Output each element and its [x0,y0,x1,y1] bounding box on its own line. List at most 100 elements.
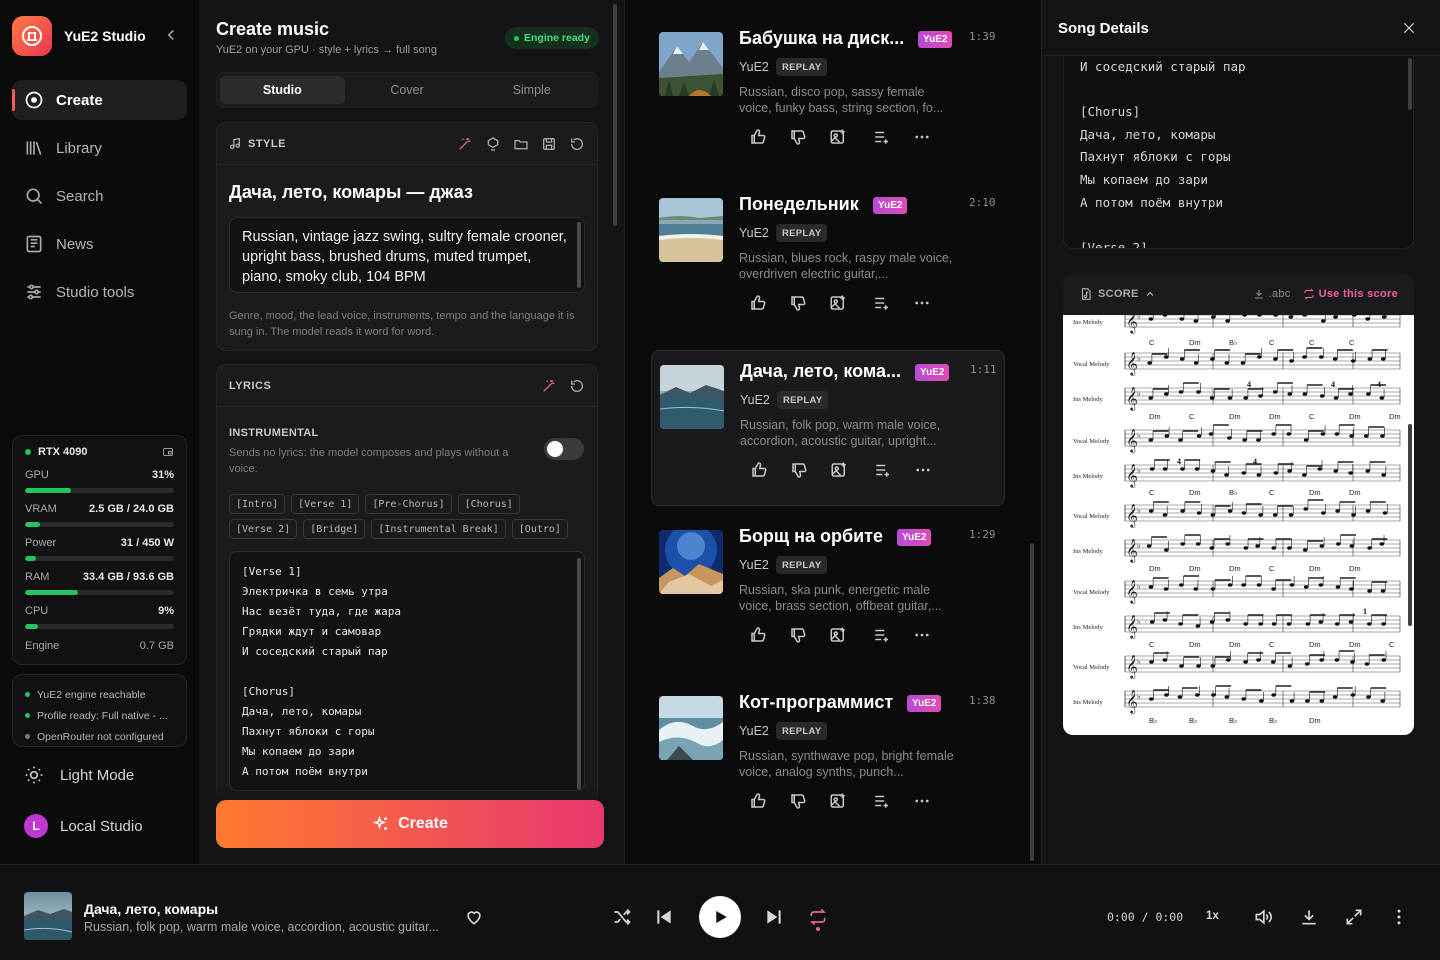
thumbs-down-icon[interactable] [789,792,807,810]
queue-add-icon[interactable] [873,294,891,312]
tab-simple[interactable]: Simple [469,76,594,104]
reset-icon[interactable] [569,136,585,152]
song-title-input[interactable]: Дача, лето, комары — джаз [229,182,585,203]
shuffle-icon[interactable] [612,907,632,927]
magic-wand-icon[interactable] [457,136,473,152]
section-tag[interactable]: [Chorus] [457,494,520,514]
nav-item-library[interactable]: Library [12,128,187,168]
section-tag[interactable]: [Intro] [229,494,286,514]
image-edit-icon[interactable] [830,461,848,479]
window-icon[interactable] [162,446,174,458]
song-cover[interactable] [660,365,724,429]
song-title[interactable]: Борщ на орбите [739,526,883,547]
playback-speed[interactable]: 1x [1206,910,1219,922]
repeat-icon[interactable] [808,907,828,927]
replay-badge[interactable]: REPLAY [776,556,828,574]
remix-icon[interactable] [485,136,501,152]
style-prompt-input[interactable]: Russian, vintage jazz swing, sultry fema… [229,217,585,293]
replay-badge[interactable]: REPLAY [777,391,829,409]
thumbs-up-icon[interactable] [749,792,767,810]
thumbs-down-icon[interactable] [789,128,807,146]
section-tag[interactable]: [Instrumental Break] [371,519,506,539]
image-edit-icon[interactable] [829,128,847,146]
song-cover[interactable] [659,530,723,594]
scrollbar[interactable] [1408,424,1412,626]
close-icon[interactable] [1401,20,1417,36]
user-profile[interactable]: L Local Studio [24,814,143,838]
collapse-sidebar-icon[interactable] [162,26,180,44]
next-icon[interactable] [764,907,784,927]
more-options-icon[interactable] [1389,907,1409,927]
magic-wand-icon[interactable] [541,378,557,394]
nav-item-create[interactable]: Create [12,80,187,120]
tab-cover[interactable]: Cover [345,76,470,104]
song-card[interactable]: Кот-программист YuE2 1:38 YuE2 REPLAY Russian… [651,682,1005,838]
image-edit-icon[interactable] [829,792,847,810]
song-title[interactable]: Понедельник [739,194,859,215]
thumbs-down-icon[interactable] [790,461,808,479]
create-button[interactable]: Create [216,800,604,848]
song-title[interactable]: Кот-программист [739,692,893,713]
replay-badge[interactable]: REPLAY [776,224,828,242]
volume-icon[interactable] [1253,907,1273,927]
more-options-icon[interactable] [913,294,931,312]
song-card[interactable]: Борщ на орбите YuE2 1:29 YuE2 REPLAY Russian,… [651,516,1005,672]
light-mode-toggle[interactable]: Light Mode [24,765,134,785]
section-tag[interactable]: [Verse 2] [229,519,298,539]
tab-studio[interactable]: Studio [220,76,345,104]
section-tag[interactable]: [Verse 1] [291,494,360,514]
brand[interactable]: YuE2 Studio [12,16,146,56]
flat-sign-icon: ♭ [1137,582,1141,591]
queue-add-icon[interactable] [874,461,892,479]
section-tag[interactable]: [Bridge] [303,519,366,539]
replay-badge[interactable]: REPLAY [776,722,828,740]
thumbs-up-icon[interactable] [749,626,767,644]
download-icon[interactable] [1299,907,1319,927]
more-options-icon[interactable] [913,128,931,146]
song-cover[interactable] [659,32,723,96]
queue-add-icon[interactable] [873,626,891,644]
scrollbar[interactable] [1030,543,1034,861]
song-card[interactable]: Понедельник YuE2 2:10 YuE2 REPLAY Russian, bl… [651,184,1005,340]
nav-item-studio-tools[interactable]: Studio tools [12,272,187,312]
thumbs-down-icon[interactable] [789,294,807,312]
play-button[interactable] [699,896,741,938]
heart-icon[interactable] [464,907,484,927]
scrollbar[interactable] [1408,58,1412,110]
nav-item-search[interactable]: Search [12,176,187,216]
queue-add-icon[interactable] [873,792,891,810]
chevron-up-icon[interactable] [1144,288,1156,300]
nav-item-news[interactable]: News [12,224,187,264]
section-tag[interactable]: [Outro] [511,519,568,539]
instrumental-toggle[interactable] [544,438,584,460]
song-cover[interactable] [659,696,723,760]
more-options-icon[interactable] [913,626,931,644]
thumbs-up-icon[interactable] [749,128,767,146]
image-edit-icon[interactable] [829,626,847,644]
now-playing-cover[interactable] [24,892,72,940]
use-score-button[interactable]: Use this score [1303,288,1398,300]
song-description: Russian, ska punk, energetic male voice,… [739,583,942,613]
save-icon[interactable] [541,136,557,152]
image-edit-icon[interactable] [829,294,847,312]
lyrics-input[interactable]: [Verse 1] Электричка в семь утра Нас везёт… [229,551,585,791]
expand-icon[interactable] [1344,907,1364,927]
song-card[interactable]: Дача, лето, кома... YuE2 1:11 YuE2 REPLAY Rus… [651,350,1005,506]
download-abc-button[interactable]: .abc [1253,288,1291,300]
thumbs-up-icon[interactable] [749,294,767,312]
previous-icon[interactable] [654,907,674,927]
thumbs-down-icon[interactable] [789,626,807,644]
queue-add-icon[interactable] [873,128,891,146]
more-options-icon[interactable] [914,461,932,479]
song-title[interactable]: Бабушка на диск... [739,28,904,49]
song-card[interactable]: Бабушка на диск... YuE2 1:39 YuE2 REPLAY Russ… [651,18,1005,174]
song-title[interactable]: Дача, лето, кома... [740,361,901,382]
scrollbar[interactable] [613,4,617,226]
replay-badge[interactable]: REPLAY [776,58,828,76]
more-options-icon[interactable] [913,792,931,810]
section-tag[interactable]: [Pre-Chorus] [365,494,452,514]
reset-icon[interactable] [569,378,585,394]
folder-open-icon[interactable] [513,136,529,152]
thumbs-up-icon[interactable] [750,461,768,479]
song-cover[interactable] [659,198,723,262]
